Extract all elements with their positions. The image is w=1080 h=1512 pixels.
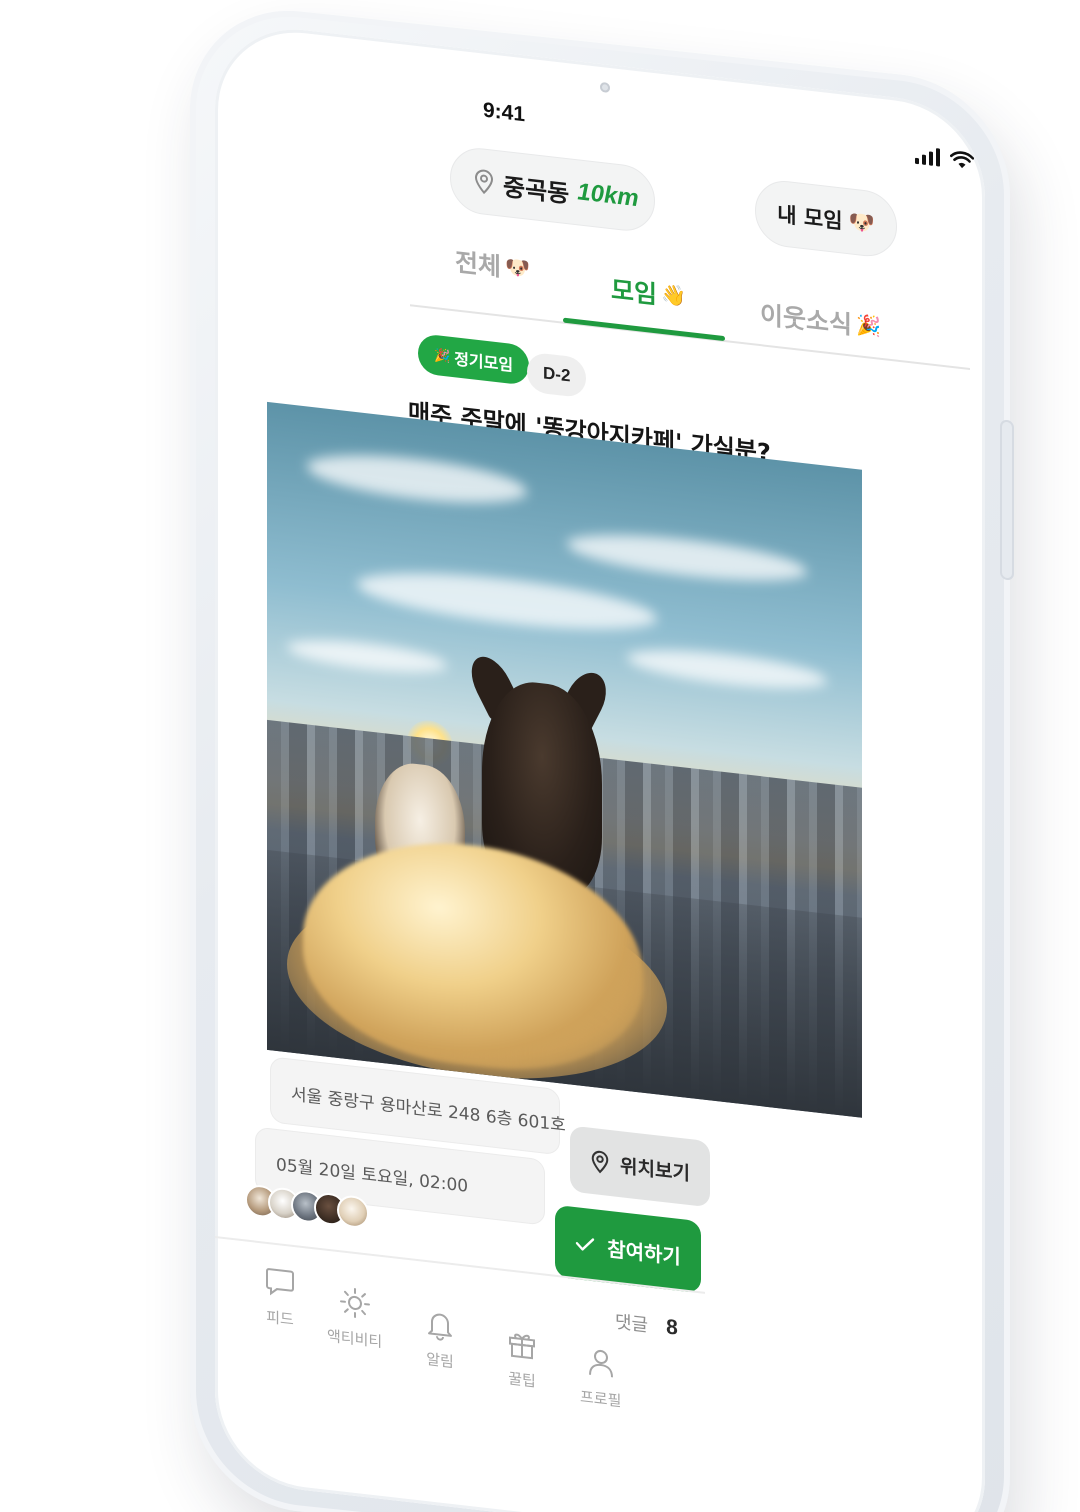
tab-neighborhood-news[interactable]: 이웃소식 🎉 bbox=[760, 295, 881, 345]
regular-meetup-badge: 🎉 정기모임 bbox=[418, 333, 530, 386]
nav-profile[interactable]: 프로필 bbox=[580, 1344, 621, 1412]
view-location-label: 위치보기 bbox=[620, 1154, 690, 1185]
join-button[interactable]: 참여하기 bbox=[555, 1204, 701, 1294]
location-distance: 10km bbox=[577, 178, 639, 213]
signal-icon bbox=[915, 146, 940, 167]
tab-meetup-label: 모임 bbox=[611, 275, 658, 310]
join-label: 참여하기 bbox=[607, 1236, 681, 1269]
location-pin-icon bbox=[591, 1150, 609, 1174]
address-text: 서울 중랑구 용마산로 248 6층 601호 bbox=[291, 1084, 566, 1136]
avatar bbox=[337, 1193, 369, 1230]
sky-cloud bbox=[307, 446, 527, 512]
nav-activity-label: 액티비티 bbox=[327, 1326, 383, 1352]
location-name: 중곡동 bbox=[503, 172, 570, 208]
nav-notifications[interactable]: 알림 bbox=[423, 1306, 457, 1373]
check-icon bbox=[575, 1238, 595, 1251]
status-time: 9:41 bbox=[483, 98, 526, 127]
dday-badge: D-2 bbox=[527, 351, 587, 399]
tab-neighborhood-news-label: 이웃소식 bbox=[760, 300, 853, 340]
party-emoji-icon: 🎉 bbox=[856, 312, 881, 339]
nav-activity[interactable]: 액티비티 bbox=[327, 1283, 382, 1352]
comment-label: 댓글 bbox=[615, 1311, 649, 1337]
active-tab-indicator bbox=[563, 317, 725, 342]
tab-meetup[interactable]: 모임 👋 bbox=[611, 270, 686, 315]
power-button bbox=[1000, 419, 1014, 581]
location-selector[interactable]: 중곡동 10km bbox=[450, 144, 655, 235]
gift-icon bbox=[509, 1333, 535, 1360]
chat-bubble-icon bbox=[266, 1268, 294, 1296]
nav-notifications-label: 알림 bbox=[426, 1350, 454, 1372]
sky-cloud bbox=[287, 634, 447, 679]
dog-emoji-icon: 🐶 bbox=[848, 208, 875, 236]
view-location-button[interactable]: 위치보기 bbox=[570, 1125, 710, 1208]
nav-tips-label: 꿀팁 bbox=[508, 1369, 536, 1391]
app-screen: 9:41 중곡동 10km 내 모임 🐶 전체 🐶 모임 👋 이웃소식 🎉 🎉 … bbox=[215, 20, 985, 1512]
nav-feed-label: 피드 bbox=[266, 1307, 294, 1329]
my-group-button[interactable]: 내 모임 🐶 bbox=[755, 177, 897, 260]
nav-tips[interactable]: 꿀팁 bbox=[505, 1325, 539, 1392]
sky-cloud bbox=[567, 526, 807, 590]
my-group-label: 내 모임 bbox=[777, 202, 843, 234]
sky-cloud bbox=[627, 642, 827, 696]
regular-meetup-label: 정기모임 bbox=[454, 349, 514, 375]
location-pin-icon bbox=[474, 169, 494, 195]
person-icon bbox=[588, 1349, 613, 1378]
wave-emoji-icon: 👋 bbox=[661, 281, 686, 309]
wifi-icon bbox=[950, 151, 974, 169]
tab-all-label: 전체 bbox=[455, 247, 502, 282]
nav-profile-label: 프로필 bbox=[580, 1387, 622, 1411]
party-emoji-icon: 🎉 bbox=[434, 347, 451, 365]
comment-number: 8 bbox=[666, 1315, 678, 1340]
comment-count[interactable]: 댓글 8 bbox=[615, 1308, 678, 1341]
front-camera bbox=[600, 81, 610, 94]
device-mockup: 9:41 중곡동 10km 내 모임 🐶 전체 🐶 모임 👋 이웃소식 🎉 🎉 … bbox=[0, 0, 1080, 1512]
post-photo[interactable] bbox=[267, 401, 862, 1118]
sky-cloud bbox=[357, 562, 657, 641]
tab-all[interactable]: 전체 🐶 bbox=[455, 242, 530, 287]
dog-emoji-icon: 🐶 bbox=[505, 254, 530, 281]
nav-feed[interactable]: 피드 bbox=[263, 1263, 297, 1330]
bell-icon bbox=[428, 1313, 452, 1341]
sun-icon bbox=[339, 1287, 370, 1318]
